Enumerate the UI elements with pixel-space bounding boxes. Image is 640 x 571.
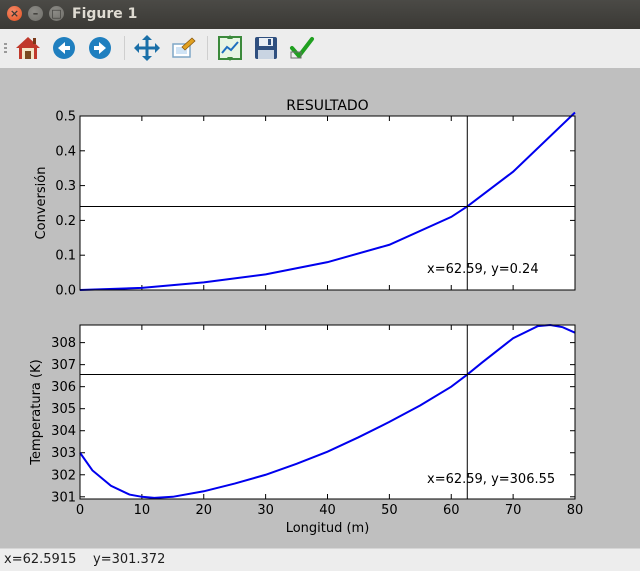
x-tick-label: 50 bbox=[381, 503, 398, 518]
edit-check-icon bbox=[290, 37, 314, 59]
x-axis-label: Longitud (m) bbox=[286, 521, 370, 536]
pan-button[interactable] bbox=[133, 34, 161, 62]
y-tick-label: 0.4 bbox=[55, 144, 76, 159]
y-tick-label: 301 bbox=[51, 490, 76, 505]
cursor-annotation-temperature: x=62.59, y=306.55 bbox=[427, 472, 555, 487]
status-bar: x=62.5915 y=301.372 bbox=[0, 548, 640, 571]
x-tick-label: 30 bbox=[257, 503, 274, 518]
window-title: Figure 1 bbox=[72, 6, 138, 22]
y-tick-label: 304 bbox=[51, 424, 76, 439]
save-button[interactable] bbox=[252, 34, 280, 62]
y-tick-label: 0.2 bbox=[55, 214, 76, 229]
y-tick-label: 305 bbox=[51, 402, 76, 417]
y-tick-label: 306 bbox=[51, 380, 76, 395]
zoom-icon bbox=[172, 37, 196, 58]
y-tick-label: 307 bbox=[51, 358, 76, 373]
status-x-readout: x=62.5915 bbox=[4, 552, 77, 567]
toolbar-grip[interactable] bbox=[4, 43, 7, 55]
y-tick-label: 303 bbox=[51, 446, 76, 461]
back-button[interactable] bbox=[50, 34, 78, 62]
y-tick-label: 0.0 bbox=[55, 284, 76, 299]
y-tick-label: 0.5 bbox=[55, 110, 76, 125]
toolbar-separator bbox=[207, 36, 208, 60]
forward-icon bbox=[89, 37, 111, 59]
x-tick-label: 20 bbox=[195, 503, 212, 518]
y-axis-label-temperature: Temperatura (K) bbox=[29, 359, 44, 465]
save-icon bbox=[255, 37, 277, 59]
subplots-button[interactable] bbox=[216, 34, 244, 62]
window-titlebar: × – □ Figure 1 bbox=[0, 0, 640, 29]
pan-icon bbox=[134, 35, 160, 61]
x-tick-label: 70 bbox=[505, 503, 522, 518]
y-axis-label-conversion: Conversión bbox=[34, 167, 49, 240]
window-close-button[interactable]: × bbox=[7, 6, 22, 21]
back-icon bbox=[53, 37, 75, 59]
x-tick-label: 0 bbox=[76, 503, 84, 518]
home-icon bbox=[16, 37, 40, 59]
toolbar-separator bbox=[124, 36, 125, 60]
figure-canvas[interactable]: RESULTADO Conversión 0.0 0.1 0.2 0.3 0.4 0.5 … bbox=[0, 68, 640, 548]
navigation-toolbar bbox=[0, 29, 640, 69]
x-tick-label: 10 bbox=[134, 503, 151, 518]
forward-button[interactable] bbox=[86, 34, 114, 62]
y-tick-label: 302 bbox=[51, 468, 76, 483]
home-button[interactable] bbox=[14, 34, 42, 62]
edit-check-button[interactable] bbox=[288, 34, 316, 62]
window-maximize-button[interactable]: □ bbox=[49, 6, 64, 21]
cursor-annotation-conversion: x=62.59, y=0.24 bbox=[427, 262, 539, 277]
figure[interactable]: RESULTADO Conversión 0.00.10.20.30.40.5 … bbox=[0, 68, 640, 548]
status-y-readout: y=301.372 bbox=[93, 552, 166, 567]
y-tick-label: 308 bbox=[51, 336, 76, 351]
x-tick-label: 40 bbox=[319, 503, 336, 518]
window-minimize-button[interactable]: – bbox=[28, 6, 43, 21]
subplots-icon bbox=[218, 35, 242, 61]
x-tick-label: 80 bbox=[567, 503, 584, 518]
x-tick-label: 60 bbox=[443, 503, 460, 518]
zoom-button[interactable] bbox=[169, 34, 197, 62]
y-tick-label: 0.3 bbox=[55, 179, 76, 194]
y-tick-label: 0.1 bbox=[55, 249, 76, 264]
chart-title: RESULTADO bbox=[286, 98, 368, 114]
